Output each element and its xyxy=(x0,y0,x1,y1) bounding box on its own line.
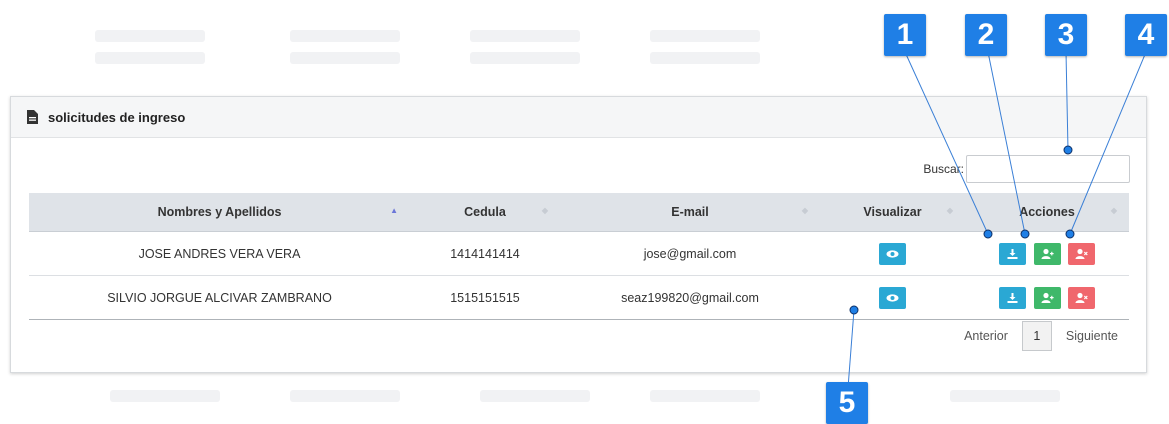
sort-icon: ◆ xyxy=(541,206,548,215)
user-remove-icon xyxy=(1075,292,1088,303)
reject-user-button[interactable] xyxy=(1067,242,1095,265)
prev-page-link[interactable]: Anterior xyxy=(964,329,1008,343)
sort-icon: ◆ xyxy=(801,206,808,215)
requests-panel: solicitudes de ingreso Buscar: Nombres y… xyxy=(10,96,1147,373)
cell-cedula: 1515151515 xyxy=(410,275,560,320)
cell-email: seaz199820@gmail.com xyxy=(560,275,820,320)
user-add-icon xyxy=(1041,292,1054,303)
cell-acciones xyxy=(965,275,1129,320)
requests-table: Nombres y Apellidos ▲ Cedula ◆ E-mail ◆ Vis… xyxy=(29,193,1129,320)
page-number-button[interactable]: 1 xyxy=(1021,321,1052,351)
cell-name: SILVIO JORGUE ALCIVAR ZAMBRANO xyxy=(29,275,410,320)
user-add-icon xyxy=(1041,248,1054,259)
search-box: Buscar: xyxy=(923,155,1130,183)
panel-title: solicitudes de ingreso xyxy=(48,109,186,125)
column-header-acciones[interactable]: Acciones ◆ xyxy=(965,193,1129,232)
callout-1: 1 xyxy=(884,14,926,56)
eye-icon xyxy=(886,293,899,302)
next-page-link[interactable]: Siguiente xyxy=(1066,329,1118,343)
accept-user-button[interactable] xyxy=(1033,242,1061,265)
download-button[interactable] xyxy=(999,242,1027,265)
download-button[interactable] xyxy=(999,286,1027,309)
cell-name: JOSE ANDRES VERA VERA xyxy=(29,231,410,276)
column-header-cedula[interactable]: Cedula ◆ xyxy=(410,193,560,232)
panel-header: solicitudes de ingreso xyxy=(11,97,1146,138)
cell-cedula: 1414141414 xyxy=(410,231,560,276)
column-header-visualizar[interactable]: Visualizar ◆ xyxy=(820,193,965,232)
table-row: JOSE ANDRES VERA VERA 1414141414 jose@gm… xyxy=(29,231,1129,276)
search-label: Buscar: xyxy=(923,162,964,176)
eye-icon xyxy=(886,249,899,258)
column-header-name[interactable]: Nombres y Apellidos ▲ xyxy=(29,193,410,232)
callout-5: 5 xyxy=(826,382,868,424)
user-remove-icon xyxy=(1075,248,1088,259)
table-header-row: Nombres y Apellidos ▲ Cedula ◆ E-mail ◆ Vis… xyxy=(29,193,1129,232)
cell-visualizar xyxy=(820,231,965,276)
reject-user-button[interactable] xyxy=(1067,286,1095,309)
accept-user-button[interactable] xyxy=(1033,286,1061,309)
table-row: SILVIO JORGUE ALCIVAR ZAMBRANO 151515151… xyxy=(29,275,1129,320)
cell-email: jose@gmail.com xyxy=(560,231,820,276)
pagination: Anterior 1 Siguiente xyxy=(964,321,1118,351)
download-icon xyxy=(1007,248,1018,259)
cell-acciones xyxy=(965,231,1129,276)
callout-2: 2 xyxy=(965,14,1007,56)
callout-4: 4 xyxy=(1125,14,1167,56)
download-icon xyxy=(1007,292,1018,303)
sort-icon: ◆ xyxy=(1110,206,1117,215)
column-header-email[interactable]: E-mail ◆ xyxy=(560,193,820,232)
cell-visualizar xyxy=(820,275,965,320)
callout-3: 3 xyxy=(1045,14,1087,56)
view-button[interactable] xyxy=(879,286,906,309)
sort-icon: ◆ xyxy=(946,206,953,215)
sort-asc-icon: ▲ xyxy=(390,206,398,215)
document-icon xyxy=(27,110,38,124)
search-input[interactable] xyxy=(966,155,1130,183)
view-button[interactable] xyxy=(879,242,906,265)
